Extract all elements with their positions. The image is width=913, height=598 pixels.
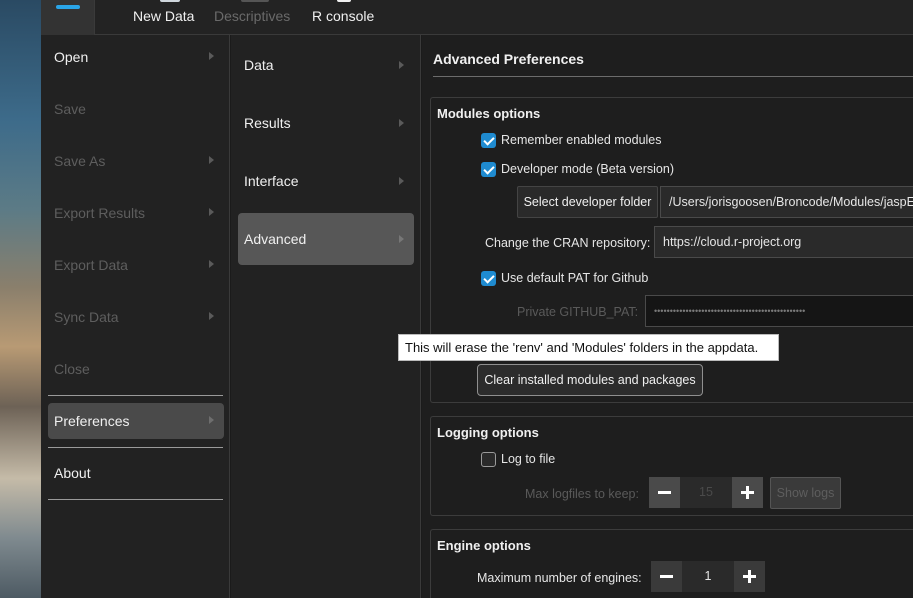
menu-item-open[interactable]: Open [48,39,224,75]
max-engines-stepper: 1 [651,561,765,592]
decrement-button[interactable] [649,477,680,508]
max-logfiles-stepper: 15 [649,477,763,508]
show-logs-button[interactable]: Show logs [770,477,841,509]
pref-item-results[interactable]: Results [238,97,414,149]
log-to-file-label: Log to file [501,452,556,466]
descriptives-icon [241,0,269,2]
use-default-pat-checkbox[interactable] [481,271,496,286]
developer-mode-checkbox[interactable] [481,162,496,177]
chevron-right-icon [209,156,214,164]
menu-item-label: Export Data [54,257,128,273]
menu-divider [48,499,223,500]
select-developer-folder-button[interactable]: Select developer folder [517,186,658,218]
cran-repository-label: Change the CRAN repository: [485,236,651,250]
pref-item-advanced[interactable]: Advanced [238,213,414,265]
logging-options-group: Logging options Log to file Max logfiles… [430,416,913,516]
new-data-icon [160,0,180,2]
hamburger-icon [56,5,80,9]
log-to-file-checkbox[interactable] [481,452,496,467]
file-menu-panel: Open Save Save As Export Results Export … [41,35,230,598]
chevron-right-icon [209,416,214,424]
pref-item-label: Advanced [244,231,307,247]
max-engines-value[interactable]: 1 [682,561,734,592]
menu-item-label: About [54,465,91,481]
engine-options-group: Engine options Maximum number of engines… [430,529,913,598]
max-logfiles-label: Max logfiles to keep: [525,487,639,501]
menu-item-label: Preferences [54,413,130,429]
increment-button[interactable] [734,561,765,592]
increment-button[interactable] [732,477,763,508]
clear-modules-tooltip: This will erase the 'renv' and 'Modules'… [398,334,779,361]
r-console-icon [337,0,351,2]
group-title: Modules options [437,106,541,121]
max-engines-label: Maximum number of engines: [477,571,642,585]
pref-item-interface[interactable]: Interface [238,155,414,207]
advanced-preferences-page: Advanced Preferences Modules options Rem… [422,35,913,598]
pref-item-label: Results [244,115,291,131]
toolbar-descriptives[interactable]: Descriptives [214,8,290,24]
group-title: Logging options [437,425,539,440]
menu-item-preferences[interactable]: Preferences [48,403,224,439]
top-toolbar: New Data Descriptives R console [41,0,913,35]
chevron-right-icon [209,52,214,60]
pref-item-label: Interface [244,173,299,189]
max-logfiles-value[interactable]: 15 [680,477,732,508]
menu-item-label: Export Results [54,205,146,221]
chevron-right-icon [399,177,404,185]
chevron-right-icon [209,260,214,268]
remember-modules-checkbox[interactable] [481,133,496,148]
page-title: Advanced Preferences [433,51,584,67]
menu-item-label: Sync Data [54,309,119,325]
group-title: Engine options [437,538,531,553]
clear-modules-button[interactable]: Clear installed modules and packages [477,364,703,396]
menu-item-label: Save As [54,153,106,169]
title-divider [433,76,913,77]
remember-modules-label: Remember enabled modules [501,133,662,147]
menu-item-about[interactable]: About [48,455,224,491]
menu-divider [48,395,223,396]
developer-mode-label: Developer mode (Beta version) [501,162,674,176]
chevron-right-icon [209,312,214,320]
decrement-button[interactable] [651,561,682,592]
menu-divider [48,447,223,448]
menu-item-label: Save [54,101,86,117]
main-menu-button[interactable] [41,0,95,35]
menu-item-label: Close [54,361,90,377]
chevron-right-icon [399,235,404,243]
menu-item-close[interactable]: Close [48,351,224,387]
github-pat-label: Private GITHUB_PAT: [517,305,639,319]
preferences-menu-panel: Data Results Interface Advanced [231,35,421,598]
menu-item-export-data[interactable]: Export Data [48,247,224,283]
chevron-right-icon [209,208,214,216]
toolbar-r-console[interactable]: R console [312,8,374,24]
menu-item-export-results[interactable]: Export Results [48,195,224,231]
menu-item-sync-data[interactable]: Sync Data [48,299,224,335]
toolbar-new-data[interactable]: New Data [133,8,194,24]
pref-item-label: Data [244,57,274,73]
menu-item-save[interactable]: Save [48,91,224,127]
pref-item-data[interactable]: Data [238,39,414,91]
chevron-right-icon [399,61,404,69]
menu-item-label: Open [54,49,89,65]
chevron-right-icon [399,119,404,127]
cran-repository-field[interactable]: https://cloud.r-project.org [654,226,913,258]
github-pat-field[interactable]: ••••••••••••••••••••••••••••••••••••••••… [645,295,913,327]
desktop-background [0,0,41,598]
use-default-pat-label: Use default PAT for Github [501,271,649,285]
menu-item-save-as[interactable]: Save As [48,143,224,179]
developer-folder-field[interactable]: /Users/jorisgoosen/Broncode/Modules/jasp… [660,186,913,218]
